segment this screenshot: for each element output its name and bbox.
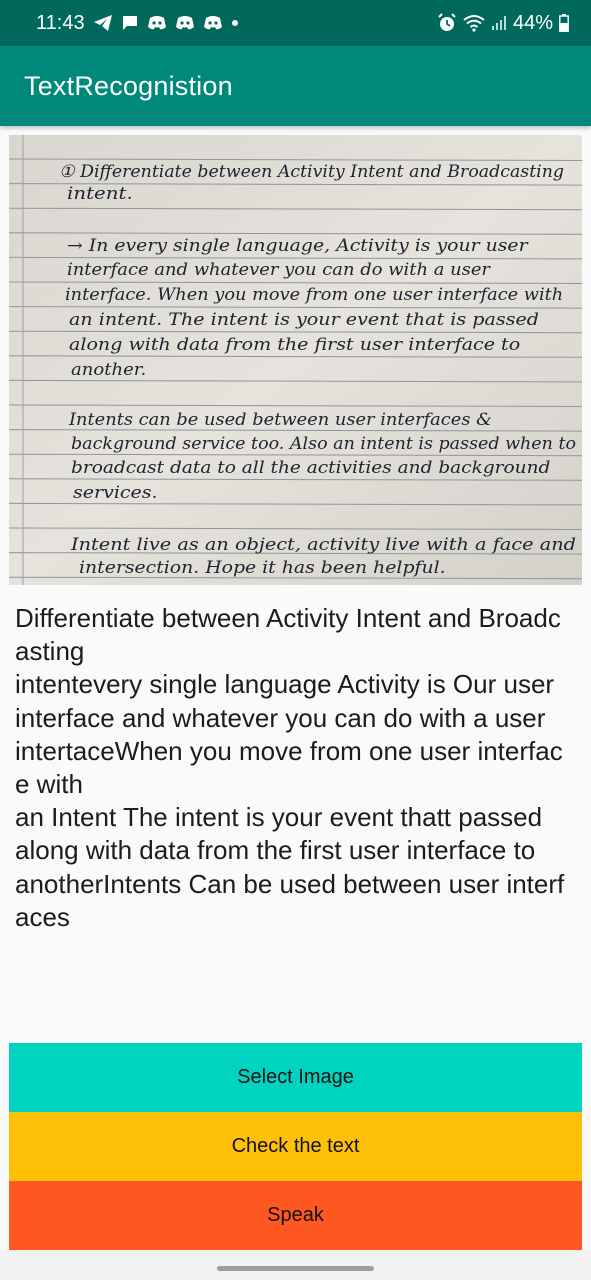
status-right: 44% <box>437 12 569 35</box>
battery-icon <box>559 14 569 32</box>
handwritten-line: interface and whatever you can do with a… <box>67 260 491 280</box>
handwritten-line: Intents can be used between user interfa… <box>68 410 492 430</box>
handwritten-line: background service too. Also an intent i… <box>71 434 576 454</box>
telegram-icon <box>93 14 113 32</box>
handwritten-line: intent. <box>67 184 133 204</box>
app-bar: TextRecognistion <box>0 46 591 126</box>
status-bar: 11:43 44% <box>0 0 591 46</box>
select-image-button[interactable]: Select Image <box>9 1043 582 1112</box>
alarm-icon <box>437 13 457 33</box>
handwritten-line: an intent. The intent is your event that… <box>69 310 539 330</box>
battery-percent: 44% <box>512 11 553 34</box>
handwritten-line: → In every single language, Activity is … <box>67 236 529 256</box>
handwritten-line: interface. When you move from one user i… <box>65 285 563 305</box>
check-text-button[interactable]: Check the text <box>9 1112 582 1181</box>
notebook-photo: ① Differentiate between Activity Intent … <box>9 135 582 585</box>
notebook-photo-drawing: ① Differentiate between Activity Intent … <box>9 135 582 585</box>
handwritten-line: along with data from the first user inte… <box>69 335 520 355</box>
discord-icon <box>203 15 223 31</box>
discord-icon <box>147 15 167 31</box>
recognized-text: Differentiate between Activity Intent an… <box>15 603 565 932</box>
status-time: 11:43 <box>36 11 85 34</box>
handwritten-line: intersection. Hope it has been helpful. <box>79 558 446 578</box>
status-left: 11:43 <box>36 12 239 35</box>
message-icon <box>121 14 139 32</box>
wifi-icon <box>463 14 485 32</box>
discord-icon <box>175 15 195 31</box>
handwritten-line: ① Differentiate between Activity Intent … <box>59 162 564 182</box>
handwritten-line: another. <box>71 360 146 380</box>
app-title: TextRecognistion <box>24 70 233 101</box>
handwritten-line: broadcast data to all the activities and… <box>71 458 551 478</box>
handwritten-line: services. <box>73 483 158 503</box>
handwritten-line: Intent live as an object, activity live … <box>70 535 576 555</box>
speak-button[interactable]: Speak <box>9 1181 582 1250</box>
signal-icon <box>491 15 507 31</box>
dot-icon <box>231 19 239 27</box>
navigation-bar <box>0 1250 591 1280</box>
home-gesture-handle[interactable] <box>217 1266 374 1271</box>
